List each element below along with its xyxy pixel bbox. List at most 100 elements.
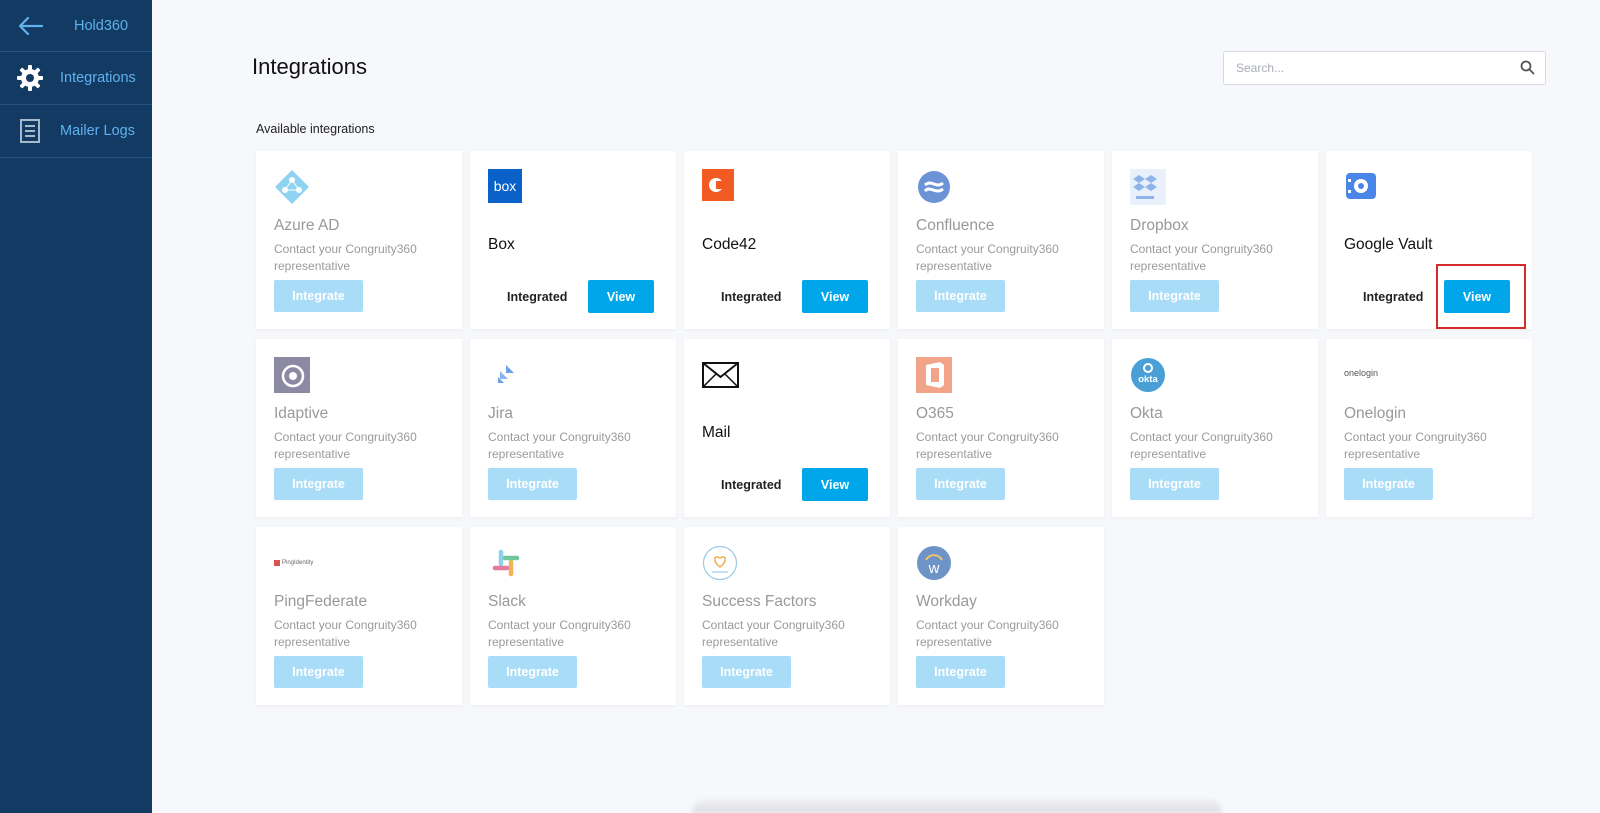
integration-name: Slack	[488, 593, 526, 610]
integration-name: Confluence	[916, 217, 995, 234]
integrate-button[interactable]: Integrate	[1344, 468, 1433, 500]
svg-text:box: box	[494, 178, 517, 194]
integration-description: Contact your Congruity360 representative	[916, 430, 1059, 461]
slack-logo-icon	[488, 545, 524, 581]
integration-name: Azure AD	[274, 217, 340, 234]
mail-envelope-icon	[702, 357, 739, 393]
integrations-grid: Azure AD Contact your Congruity360 repre…	[256, 151, 1532, 705]
integration-name: Jira	[488, 405, 513, 422]
integration-card-workday: w Workday Contact your Congruity360 repr…	[898, 527, 1104, 705]
view-button[interactable]: View	[1444, 280, 1510, 313]
okta-logo-text: okta	[1138, 374, 1158, 385]
integration-card-mail: Mail Integrated View	[684, 339, 890, 517]
integration-card-dropbox: Dropbox Contact your Congruity360 repres…	[1112, 151, 1318, 329]
integration-card-onelogin: onelogin Onelogin Contact your Congruity…	[1326, 339, 1532, 517]
integration-name: Code42	[702, 236, 757, 253]
integration-description: Contact your Congruity360 representative	[1130, 430, 1273, 461]
integrate-button[interactable]: Integrate	[274, 656, 363, 688]
gear-icon	[0, 64, 60, 92]
sidebar-item-mailer-logs[interactable]: Mailer Logs	[0, 105, 152, 158]
integrate-button[interactable]: Integrate	[916, 280, 1005, 312]
integration-card-o365: O365 Contact your Congruity360 represent…	[898, 339, 1104, 517]
integration-card-slack: Slack Contact your Congruity360 represen…	[470, 527, 676, 705]
svg-text:w: w	[928, 560, 940, 577]
sidebar-item-label: Integrations	[60, 70, 136, 86]
integrate-button[interactable]: Integrate	[702, 656, 791, 688]
integration-card-box: box Box Integrated View	[470, 151, 676, 329]
box-logo-icon: box	[488, 169, 524, 205]
back-nav[interactable]: Hold360	[0, 0, 152, 52]
integration-card-azure-ad: Azure AD Contact your Congruity360 repre…	[256, 151, 462, 329]
code42-logo-icon	[702, 169, 738, 205]
integrate-button[interactable]: Integrate	[1130, 468, 1219, 500]
integrate-button[interactable]: Integrate	[916, 468, 1005, 500]
section-label: Available integrations	[256, 122, 375, 136]
integration-name: O365	[916, 405, 954, 422]
integrated-status: Integrated	[1363, 290, 1424, 304]
search-input[interactable]	[1224, 52, 1504, 84]
okta-logo-icon: okta	[1130, 357, 1166, 393]
integration-card-idaptive: Idaptive Contact your Congruity360 repre…	[256, 339, 462, 517]
integration-name: Google Vault	[1344, 236, 1433, 253]
workday-logo-icon: w	[916, 545, 952, 581]
integration-card-okta: okta Okta Contact your Congruity360 repr…	[1112, 339, 1318, 517]
pingidentity-logo-icon: PingIdentity	[274, 545, 334, 581]
integration-description: Contact your Congruity360 representative	[488, 430, 631, 461]
search-box[interactable]	[1223, 51, 1546, 85]
onelogin-logo-icon: onelogin	[1344, 357, 1404, 393]
integrated-status: Integrated	[721, 290, 782, 304]
google-vault-logo-icon	[1344, 169, 1380, 205]
integration-description: Contact your Congruity360 representative	[274, 242, 417, 273]
successfactors-logo-icon	[702, 545, 738, 581]
integrate-button[interactable]: Integrate	[274, 468, 363, 500]
integration-description: Contact your Congruity360 representative	[916, 242, 1059, 273]
integration-description: Contact your Congruity360 representative	[916, 618, 1059, 649]
integration-name: Okta	[1130, 405, 1163, 422]
integration-name: Workday	[916, 593, 977, 610]
search-icon[interactable]	[1520, 60, 1535, 80]
integration-description: Contact your Congruity360 representative	[1344, 430, 1487, 461]
integrated-status: Integrated	[507, 290, 568, 304]
integration-name: Dropbox	[1130, 217, 1189, 234]
main-content: Integrations Available integrations Azur…	[152, 0, 1600, 813]
view-button[interactable]: View	[802, 280, 868, 313]
integration-name: Success Factors	[702, 593, 817, 610]
integrate-button[interactable]: Integrate	[274, 280, 363, 312]
sidebar: Hold360 Integrations Mailer Logs	[0, 0, 152, 813]
integrate-button[interactable]: Integrate	[488, 656, 577, 688]
jira-logo-icon	[488, 357, 524, 393]
integrate-button[interactable]: Integrate	[1130, 280, 1219, 312]
integrate-button[interactable]: Integrate	[916, 656, 1005, 688]
integration-card-google-vault: Google Vault Integrated View	[1326, 151, 1532, 329]
view-button[interactable]: View	[802, 468, 868, 501]
back-arrow-icon[interactable]	[0, 15, 60, 37]
azure-ad-icon	[274, 169, 310, 205]
integrated-status: Integrated	[721, 478, 782, 492]
sidebar-item-label: Mailer Logs	[60, 123, 135, 139]
idaptive-logo-icon	[274, 357, 310, 393]
integration-card-pingfederate: PingIdentity PingFederate Contact your C…	[256, 527, 462, 705]
integration-name: PingFederate	[274, 593, 368, 610]
integration-description: Contact your Congruity360 representative	[274, 430, 417, 461]
integrate-button[interactable]: Integrate	[488, 468, 577, 500]
sidebar-item-integrations[interactable]: Integrations	[0, 52, 152, 105]
integration-card-confluence: Confluence Contact your Congruity360 rep…	[898, 151, 1104, 329]
integration-description: Contact your Congruity360 representative	[488, 618, 631, 649]
document-icon	[0, 118, 60, 144]
bottom-shadow	[692, 798, 1222, 813]
integration-name: Idaptive	[274, 405, 329, 422]
app-title: Hold360	[74, 17, 129, 34]
pingidentity-logo-text: PingIdentity	[282, 560, 314, 566]
onelogin-logo-text: onelogin	[1344, 368, 1379, 378]
integration-description: Contact your Congruity360 representative	[274, 618, 417, 649]
integration-name: Mail	[702, 424, 731, 441]
view-button[interactable]: View	[588, 280, 654, 313]
page-title: Integrations	[252, 54, 367, 79]
dropbox-logo-icon	[1130, 169, 1166, 205]
integration-card-jira: Jira Contact your Congruity360 represent…	[470, 339, 676, 517]
integration-card-code42: Code42 Integrated View	[684, 151, 890, 329]
integration-name: Onelogin	[1344, 405, 1407, 422]
office365-logo-icon	[916, 357, 952, 393]
confluence-logo-icon	[916, 169, 952, 205]
integration-card-success-factors: Success Factors Contact your Congruity36…	[684, 527, 890, 705]
